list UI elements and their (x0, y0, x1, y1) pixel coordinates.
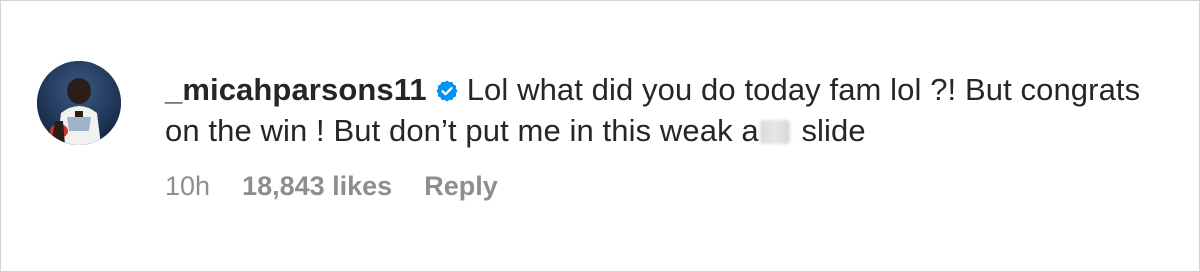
comment-text-part2: slide (792, 113, 866, 148)
comment-text: _micahparsons11 Lol what did you do toda… (165, 69, 1155, 151)
screenshot-frame: _micahparsons11 Lol what did you do toda… (0, 0, 1200, 272)
avatar-image (37, 61, 121, 145)
comment: _micahparsons11 Lol what did you do toda… (37, 61, 1157, 241)
reply-button[interactable]: Reply (424, 171, 498, 202)
timestamp: 10h (165, 171, 211, 201)
verified-badge-icon (436, 80, 458, 102)
comment-body: _micahparsons11 Lol what did you do toda… (165, 69, 1155, 202)
comment-meta: 10h 18,843 likes Reply (165, 171, 1155, 202)
avatar[interactable] (37, 61, 121, 145)
likes-count[interactable]: 18,843 likes (242, 171, 392, 202)
username-link[interactable]: _micahparsons11 (165, 72, 427, 107)
censored-blur (759, 120, 790, 144)
